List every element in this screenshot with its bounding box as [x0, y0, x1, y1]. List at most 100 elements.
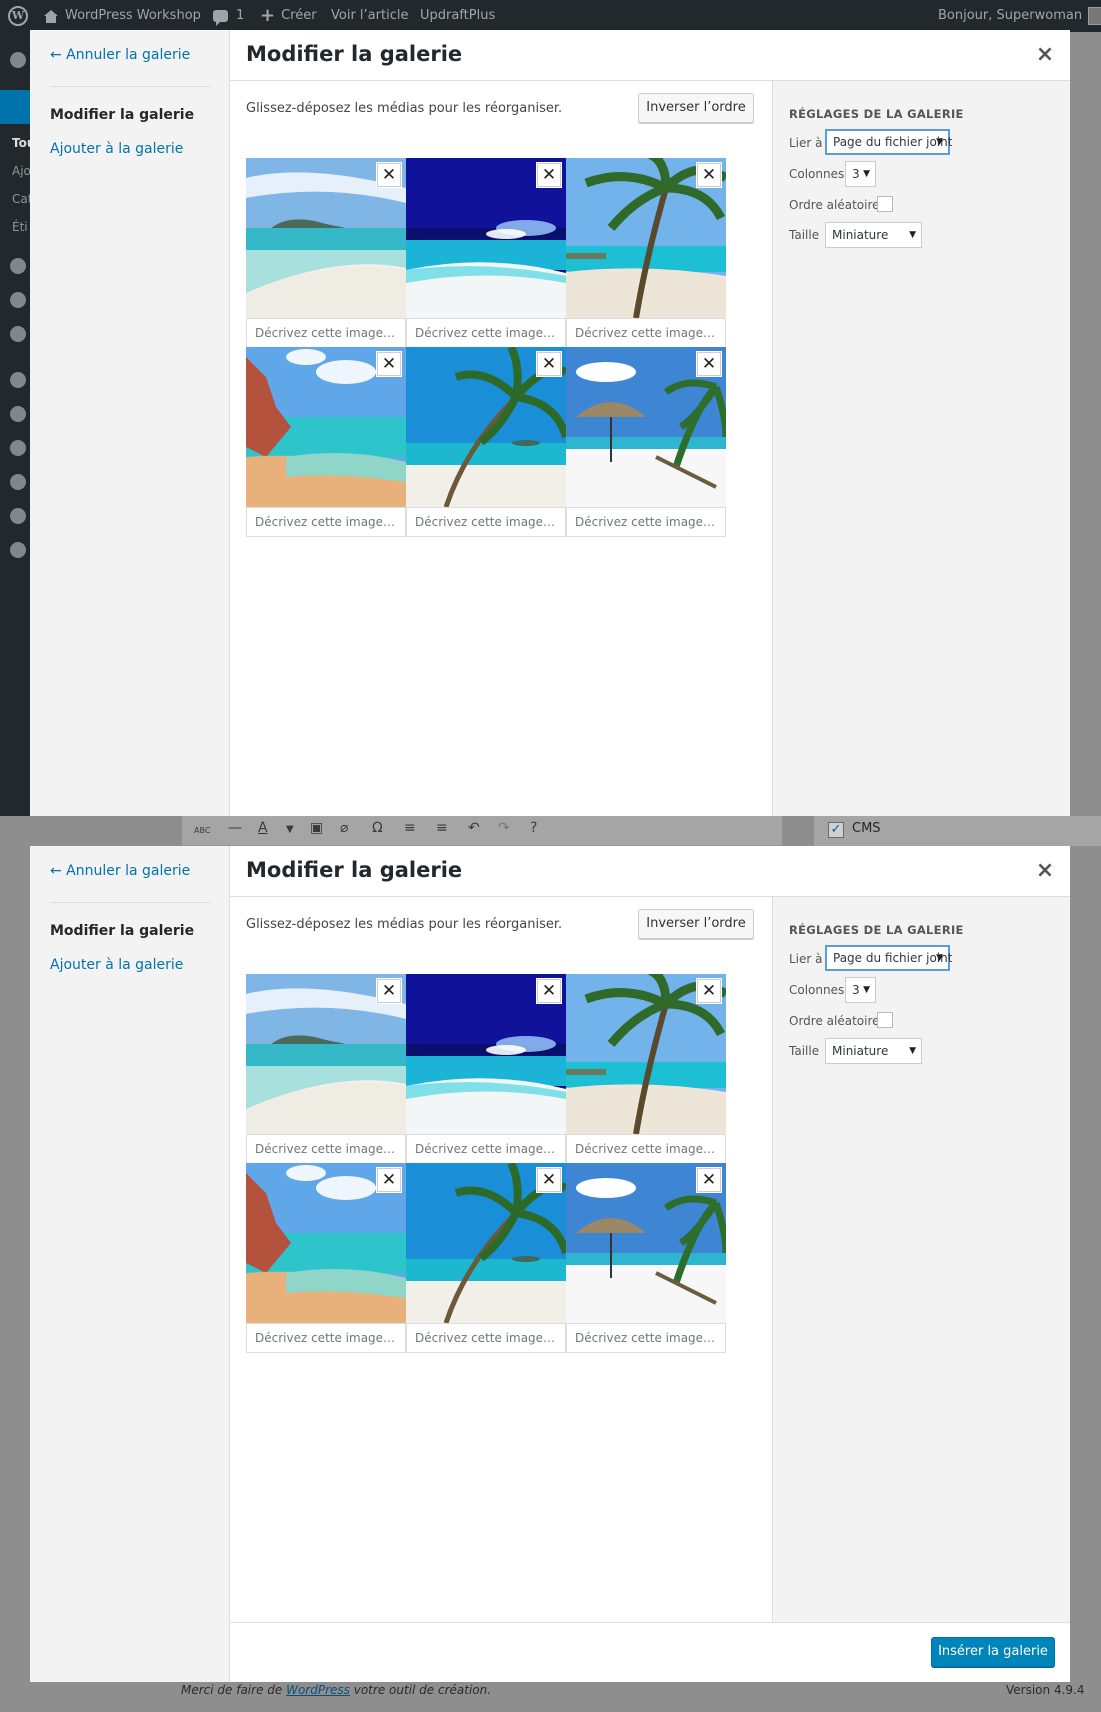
chevron-down-icon: ▼	[863, 985, 870, 995]
caption-input[interactable]: Décrivez cette image…	[406, 1134, 566, 1164]
link-to-select[interactable]: Page du fichier joint ▼	[825, 945, 952, 971]
gallery-thumbnail[interactable]: ✕ Décrivez cette image…	[406, 1163, 566, 1353]
caption-input[interactable]: Décrivez cette image…	[566, 507, 726, 537]
cms-checkbox[interactable]: ✓	[828, 822, 844, 838]
gallery-thumbnail[interactable]: ✕ Décrivez cette image…	[246, 1163, 406, 1353]
media-icon[interactable]	[10, 258, 26, 274]
caption-input[interactable]: Décrivez cette image…	[406, 1323, 566, 1353]
comments-link[interactable]: 1	[213, 0, 244, 32]
sidebar-text[interactable]: Éti	[12, 220, 28, 234]
indent-icon[interactable]: ≡	[436, 820, 448, 836]
tools-icon[interactable]	[10, 474, 26, 490]
updraftplus-link[interactable]: UpdraftPlus	[420, 0, 495, 32]
gallery-thumbnail[interactable]: ✕ Décrivez cette image…	[566, 347, 726, 537]
reverse-order-button[interactable]: Inverser l’ordre	[638, 93, 754, 123]
appearance-icon[interactable]	[10, 372, 26, 388]
remove-icon[interactable]: ✕	[537, 1168, 561, 1192]
posts-menu-active[interactable]	[0, 90, 30, 124]
reorder-instructions: Glissez-déposez les médias pour les réor…	[246, 101, 563, 116]
gallery-thumbnail[interactable]: ✕ Décrivez cette image…	[406, 347, 566, 537]
caption-input[interactable]: Décrivez cette image…	[246, 1134, 406, 1164]
remove-icon[interactable]: ✕	[377, 1168, 401, 1192]
dashboard-icon[interactable]	[10, 52, 26, 68]
gallery-thumbnail[interactable]: ✕ Décrivez cette image…	[406, 158, 566, 348]
admin-sidebar: Tou Ajo Cat Éti	[0, 32, 35, 816]
gallery-modal: ← Annuler la galerie Modifier la galerie…	[30, 30, 1070, 816]
gallery-thumbnail[interactable]: ✕ Décrivez cette image…	[246, 158, 406, 348]
columns-label: Colonnes	[789, 983, 845, 997]
remove-icon[interactable]: ✕	[377, 163, 401, 187]
gallery-thumbnail[interactable]: ✕ Décrivez cette image…	[246, 347, 406, 537]
caption-input[interactable]: Décrivez cette image…	[246, 507, 406, 537]
menu-item-edit-gallery[interactable]: Modifier la galerie	[50, 923, 194, 939]
account-menu[interactable]: Bonjour, Superwoman	[938, 0, 1101, 32]
columns-select[interactable]: 3 ▼	[845, 161, 876, 187]
gallery-thumbnail[interactable]: ✕ Décrivez cette image…	[566, 1163, 726, 1353]
columns-select[interactable]: 3 ▼	[845, 977, 876, 1003]
plugins-icon[interactable]	[10, 406, 26, 422]
abc-icon[interactable]: ABC	[194, 826, 210, 835]
remove-icon[interactable]: ✕	[377, 352, 401, 376]
size-select[interactable]: Miniature ▼	[825, 1038, 922, 1064]
cancel-gallery-link[interactable]: ← Annuler la galerie	[50, 863, 190, 879]
comments-icon[interactable]	[10, 326, 26, 342]
collapse-icon[interactable]	[10, 542, 26, 558]
editor-toolbar: ABC — A ▼ ▣ ⌀ Ω ≡ ≡ ↶ ↷ ?	[182, 816, 782, 846]
remove-icon[interactable]: ✕	[537, 979, 561, 1003]
dropdown-icon[interactable]: ▼	[286, 824, 294, 835]
menu-item-add-to-gallery[interactable]: Ajouter à la galerie	[50, 957, 183, 973]
reverse-order-button[interactable]: Inverser l’ordre	[638, 909, 754, 939]
special-char-icon[interactable]: Ω	[372, 820, 383, 836]
close-icon[interactable]: ×	[1030, 856, 1060, 886]
caption-input[interactable]: Décrivez cette image…	[566, 1134, 726, 1164]
random-order-checkbox[interactable]	[877, 1012, 893, 1028]
remove-icon[interactable]: ✕	[377, 979, 401, 1003]
new-content-link[interactable]: + Créer	[260, 0, 317, 32]
caption-input[interactable]: Décrivez cette image…	[566, 1323, 726, 1353]
media-menu: ← Annuler la galerie Modifier la galerie…	[30, 30, 230, 816]
wordpress-logo-icon[interactable]: W	[8, 0, 28, 32]
users-icon[interactable]	[10, 440, 26, 456]
random-order-checkbox[interactable]	[877, 196, 893, 212]
cancel-gallery-link[interactable]: ← Annuler la galerie	[50, 47, 190, 63]
remove-icon[interactable]: ✕	[697, 352, 721, 376]
remove-icon[interactable]: ✕	[697, 163, 721, 187]
gallery-thumbnail[interactable]: ✕ Décrivez cette image…	[566, 158, 726, 348]
insert-gallery-button[interactable]: Insérer la galerie	[931, 1637, 1055, 1667]
remove-icon[interactable]: ✕	[697, 1168, 721, 1192]
link-to-select[interactable]: Page du fichier joint ▼	[825, 129, 952, 155]
avatar	[1088, 7, 1101, 25]
undo-icon[interactable]: ↶	[468, 820, 480, 836]
remove-icon[interactable]: ✕	[697, 979, 721, 1003]
modal-toolbar: Insérer la galerie	[230, 1622, 1070, 1682]
remove-icon[interactable]: ✕	[537, 352, 561, 376]
remove-icon[interactable]: ✕	[537, 163, 561, 187]
clear-format-icon[interactable]: ⌀	[340, 820, 348, 836]
redo-icon[interactable]: ↷	[498, 820, 510, 836]
caption-input[interactable]: Décrivez cette image…	[406, 318, 566, 348]
gallery-thumbnail[interactable]: ✕ Décrivez cette image…	[566, 974, 726, 1164]
hr-icon[interactable]: —	[228, 820, 242, 836]
sidebar-text[interactable]: Ajo	[12, 164, 31, 178]
gallery-thumbnail[interactable]: ✕ Décrivez cette image…	[246, 974, 406, 1164]
text-color-icon[interactable]: A	[258, 820, 268, 836]
menu-item-edit-gallery[interactable]: Modifier la galerie	[50, 107, 194, 123]
category-box: ✓ CMS	[814, 816, 1101, 846]
site-name-link[interactable]: WordPress Workshop	[44, 0, 201, 32]
wordpress-link[interactable]: WordPress	[286, 1683, 350, 1697]
chevron-down-icon: ▼	[909, 1046, 916, 1056]
caption-input[interactable]: Décrivez cette image…	[246, 318, 406, 348]
view-post-link[interactable]: Voir l’article	[331, 0, 408, 32]
caption-input[interactable]: Décrivez cette image…	[406, 507, 566, 537]
caption-input[interactable]: Décrivez cette image…	[566, 318, 726, 348]
help-icon[interactable]: ?	[530, 820, 537, 836]
close-icon[interactable]: ×	[1030, 40, 1060, 70]
gallery-thumbnail[interactable]: ✕ Décrivez cette image…	[406, 974, 566, 1164]
pages-icon[interactable]	[10, 292, 26, 308]
menu-item-add-to-gallery[interactable]: Ajouter à la galerie	[50, 141, 183, 157]
caption-input[interactable]: Décrivez cette image…	[246, 1323, 406, 1353]
size-select[interactable]: Miniature ▼	[825, 222, 922, 248]
outdent-icon[interactable]: ≡	[404, 820, 416, 836]
settings-icon[interactable]	[10, 508, 26, 524]
paste-icon[interactable]: ▣	[310, 820, 323, 836]
